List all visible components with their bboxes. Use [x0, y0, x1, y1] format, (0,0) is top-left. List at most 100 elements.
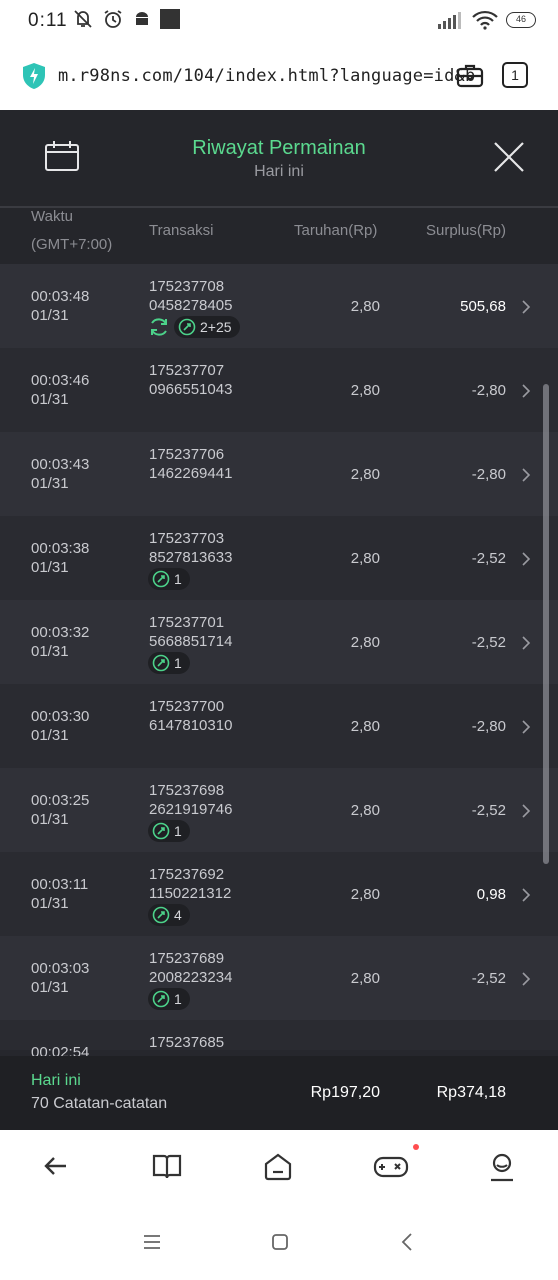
free-spin-badge: 1	[148, 988, 190, 1010]
row-date: 01/31	[31, 391, 69, 408]
summary-total-bet: Rp197,20	[310, 1084, 380, 1101]
free-spin-badge: 1	[148, 652, 190, 674]
browser-url-bar[interactable]: m.r98ns.com/104/index.html?language=id&b…	[0, 44, 558, 108]
row-date: 01/31	[31, 559, 69, 576]
notification-square-icon	[160, 9, 180, 29]
tab-count-button[interactable]: 1	[502, 62, 528, 88]
row-transaction-part2: 2008223234	[149, 969, 233, 986]
status-icons-right: 46	[438, 10, 536, 30]
wifi-icon	[472, 10, 498, 30]
spin-badge-icon	[152, 654, 170, 672]
chevron-right-icon[interactable]	[520, 299, 532, 315]
row-transaction-part1: 175237708	[149, 278, 225, 295]
home-square-icon[interactable]	[270, 1232, 290, 1252]
table-row[interactable]: 00:03:25 01/31 175237698 2621919746 2,80 -2,5…	[0, 768, 558, 852]
chevron-right-icon[interactable]	[520, 887, 532, 903]
free-spin-badge: 4	[148, 904, 190, 926]
row-time: 00:03:46	[31, 372, 90, 389]
row-bet: 2,80	[350, 802, 380, 819]
book-icon[interactable]	[152, 1152, 182, 1180]
free-spin-badge: 2+25	[174, 316, 240, 338]
badge-count: 4	[174, 907, 182, 923]
badge-count: 1	[174, 991, 182, 1007]
back-arrow-icon[interactable]	[42, 1152, 70, 1180]
column-surplus: Surplus(Rp)	[426, 222, 507, 239]
row-surplus: -2,52	[471, 550, 506, 567]
row-transaction-part2: 2621919746	[149, 801, 233, 818]
row-surplus: -2,52	[471, 634, 506, 651]
row-badges: 1	[148, 568, 190, 590]
summary-bar: Hari ini 70 Catatan-catatan Rp197,20 Rp3…	[0, 1056, 558, 1130]
row-transaction-part1: 175237692	[149, 866, 225, 883]
table-row[interactable]: 00:02:54 175237685	[0, 1020, 558, 1056]
spin-badge-icon	[152, 906, 170, 924]
row-transaction-part2: 1462269441	[149, 465, 233, 482]
spin-badge-icon	[152, 990, 170, 1008]
table-row[interactable]: 00:03:48 01/31 175237708 0458278405 2,80 505,…	[0, 264, 558, 348]
row-time: 00:02:54	[31, 1044, 90, 1056]
android-icon	[136, 12, 148, 25]
row-surplus: 505,68	[460, 298, 506, 315]
row-date: 01/31	[31, 307, 69, 324]
badge-count: 1	[174, 655, 182, 671]
table-row[interactable]: 00:03:46 01/31 175237707 0966551043 2,80 -2,8…	[0, 348, 558, 432]
refresh-icon	[151, 318, 167, 336]
gamepad-icon[interactable]	[373, 1152, 409, 1180]
home-icon[interactable]	[263, 1152, 293, 1182]
row-badges: 1	[148, 988, 190, 1010]
table-row[interactable]: 00:03:30 01/31 175237700 6147810310 2,80 -2,8…	[0, 684, 558, 768]
table-row[interactable]: 00:03:03 01/31 175237689 2008223234 2,80 -2,5…	[0, 936, 558, 1020]
row-transaction-part2: 5668851714	[149, 633, 233, 650]
profile-icon[interactable]	[488, 1152, 516, 1182]
row-time: 00:03:03	[31, 960, 90, 977]
url-text[interactable]: m.r98ns.com/104/index.html?language=id&b	[58, 66, 475, 86]
chevron-right-icon[interactable]	[520, 551, 532, 567]
table-header: Waktu (GMT+7:00) Transaksi Taruhan(Rp) S…	[0, 208, 558, 264]
free-spin-badge: 1	[148, 568, 190, 590]
row-transaction-part2: 0966551043	[149, 381, 233, 398]
badge-count: 1	[174, 823, 182, 839]
chevron-right-icon[interactable]	[520, 803, 532, 819]
row-date: 01/31	[31, 811, 69, 828]
row-date: 01/31	[31, 643, 69, 660]
table-row[interactable]: 00:03:11 01/31 175237692 1150221312 2,80 0,98…	[0, 852, 558, 936]
status-time: 0:11	[28, 10, 68, 31]
notification-dot	[413, 1144, 419, 1150]
row-transaction-part1: 175237703	[149, 530, 225, 547]
spin-badge-icon	[152, 570, 170, 588]
chevron-right-icon[interactable]	[520, 719, 532, 735]
status-bar: 0:11 46	[0, 0, 558, 42]
row-time: 00:03:32	[31, 624, 90, 641]
row-date: 01/31	[31, 979, 69, 996]
system-nav-bar	[0, 1206, 558, 1280]
chevron-right-icon[interactable]	[520, 383, 532, 399]
row-surplus: -2,80	[471, 466, 506, 483]
chevron-right-icon[interactable]	[520, 971, 532, 987]
row-badges: 1	[148, 820, 190, 842]
recents-icon[interactable]	[142, 1232, 162, 1252]
row-badges: 4	[148, 904, 190, 926]
table-row[interactable]: 00:03:38 01/31 175237703 8527813633 2,80 -2,5…	[0, 516, 558, 600]
row-bet: 2,80	[350, 718, 380, 735]
row-transaction-part2: 8527813633	[149, 549, 233, 566]
close-icon[interactable]	[492, 140, 526, 174]
row-transaction-part1: 175237707	[149, 362, 225, 379]
column-transaction: Transaksi	[149, 222, 214, 239]
row-bet: 2,80	[350, 634, 380, 651]
row-surplus: -2,52	[471, 970, 506, 987]
chevron-right-icon[interactable]	[520, 467, 532, 483]
row-badges: 1	[148, 652, 190, 674]
chevron-right-icon[interactable]	[520, 635, 532, 651]
scrollbar[interactable]	[543, 384, 549, 864]
row-surplus: 0,98	[476, 886, 506, 903]
back-chevron-icon[interactable]	[398, 1232, 418, 1252]
column-bet: Taruhan(Rp)	[294, 222, 378, 239]
row-date: 01/31	[31, 475, 69, 492]
row-time: 00:03:25	[31, 792, 90, 809]
table-row[interactable]: 00:03:43 01/31 175237706 1462269441 2,80 -2,8…	[0, 432, 558, 516]
briefcase-icon[interactable]	[456, 62, 484, 88]
spin-badge-icon	[152, 822, 170, 840]
column-time: Waktu	[31, 208, 73, 225]
table-row[interactable]: 00:03:32 01/31 175237701 5668851714 2,80 -2,5…	[0, 600, 558, 684]
row-bet: 2,80	[350, 970, 380, 987]
